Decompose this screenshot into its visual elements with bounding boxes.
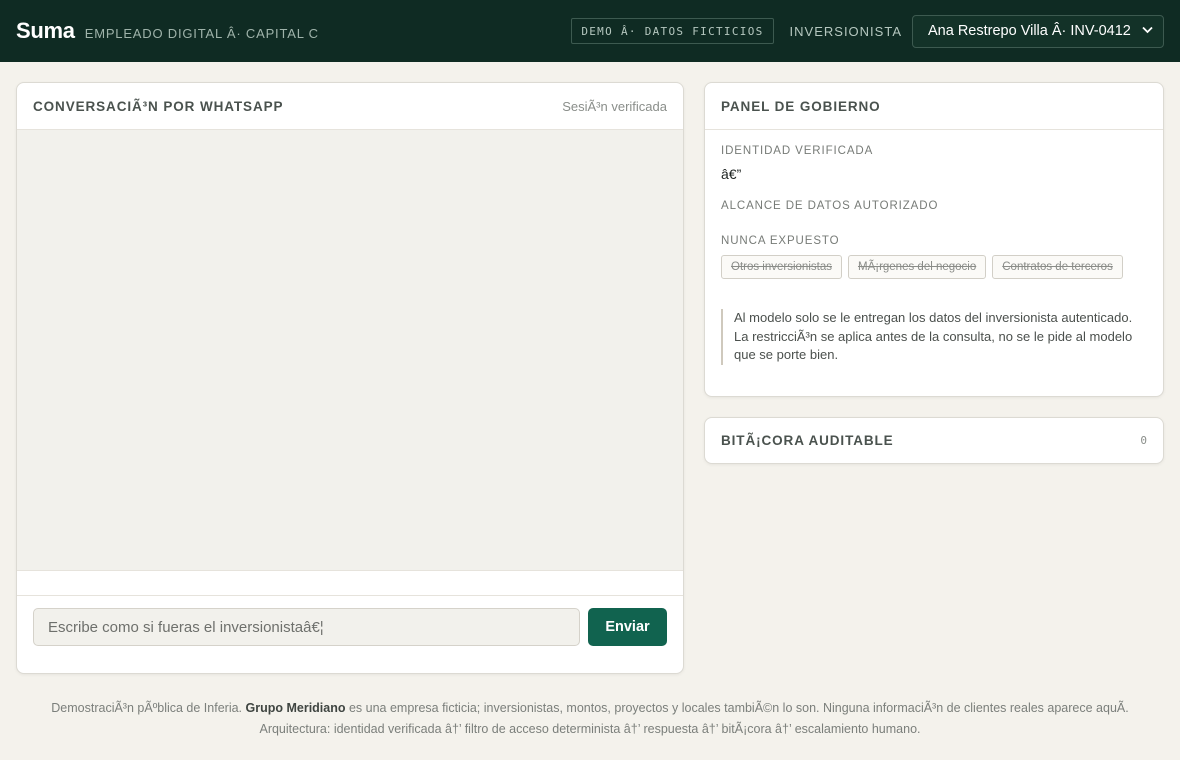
footer-line-1: DemostraciÃ³n pÃºblica de Inferia. Grupo… <box>0 698 1180 719</box>
chat-status-strip <box>17 571 683 596</box>
footer-line-2: Arquitectura: identidad verificada â†’ f… <box>259 722 921 736</box>
chat-panel-header: CONVERSACIÃ³N POR WHATSAPP SesiÃ³n verif… <box>17 83 683 130</box>
chat-panel-title: CONVERSACIÃ³N POR WHATSAPP <box>33 98 284 114</box>
never-exposed-list: Otros inversionistas MÃ¡rgenes del negoc… <box>721 255 1147 279</box>
audit-log-panel[interactable]: BITÃ¡CORA AUDITABLE 0 <box>704 417 1164 464</box>
message-input[interactable] <box>33 608 580 646</box>
audit-log-title: BITÃ¡CORA AUDITABLE <box>721 433 894 448</box>
governance-panel-header: PANEL DE GOBIERNO <box>705 83 1163 130</box>
send-button[interactable]: Enviar <box>588 608 667 646</box>
session-status: SesiÃ³n verificada <box>562 98 667 114</box>
investor-label: INVERSIONISTA <box>789 23 902 39</box>
scope-label: ALCANCE DE DATOS AUTORIZADO <box>721 200 939 212</box>
identity-value: â€” <box>721 166 742 182</box>
footer-text: es una empresa ficticia; inversionistas,… <box>345 701 1129 715</box>
investor-select[interactable]: Ana Restrepo Villa Â· INV-0412 <box>912 14 1164 48</box>
identity-label: IDENTIDAD VERIFICADA <box>721 145 874 157</box>
investor-select-value: Ana Restrepo Villa Â· INV-0412 <box>928 23 1131 39</box>
never-exposed-chip: Otros inversionistas <box>721 255 842 279</box>
chat-messages-area[interactable] <box>17 130 683 571</box>
never-exposed-label: NUNCA EXPUESTO <box>721 235 840 247</box>
governance-panel: PANEL DE GOBIERNO IDENTIDAD VERIFICADA â… <box>704 82 1164 397</box>
governance-note: Al modelo solo se le entregan los datos … <box>721 309 1147 365</box>
governance-panel-title: PANEL DE GOBIERNO <box>721 98 881 114</box>
never-exposed-chip: MÃ¡rgenes del negocio <box>847 255 987 279</box>
audit-log-header[interactable]: BITÃ¡CORA AUDITABLE 0 <box>705 418 1163 463</box>
footer-text: DemostraciÃ³n pÃºblica de Inferia. <box>51 701 246 715</box>
message-composer: Enviar <box>33 608 667 646</box>
top-bar: Suma EMPLEADO DIGITAL Â· CAPITAL C DEMO … <box>0 0 1180 62</box>
audit-log-count: 0 <box>1140 434 1147 447</box>
demo-badge: DEMO Â· DATOS FICTICIOS <box>571 18 774 44</box>
company-name: Grupo Meridiano <box>245 701 346 715</box>
chat-panel: CONVERSACIÃ³N POR WHATSAPP SesiÃ³n verif… <box>16 82 684 674</box>
footer: DemostraciÃ³n pÃºblica de Inferia. Grupo… <box>0 698 1180 740</box>
chevron-down-icon <box>1142 25 1153 37</box>
never-exposed-chip: Contratos de terceros <box>992 255 1123 279</box>
brand-subtitle: EMPLEADO DIGITAL Â· CAPITAL C <box>84 25 319 41</box>
brand-logo: Suma <box>16 18 75 43</box>
